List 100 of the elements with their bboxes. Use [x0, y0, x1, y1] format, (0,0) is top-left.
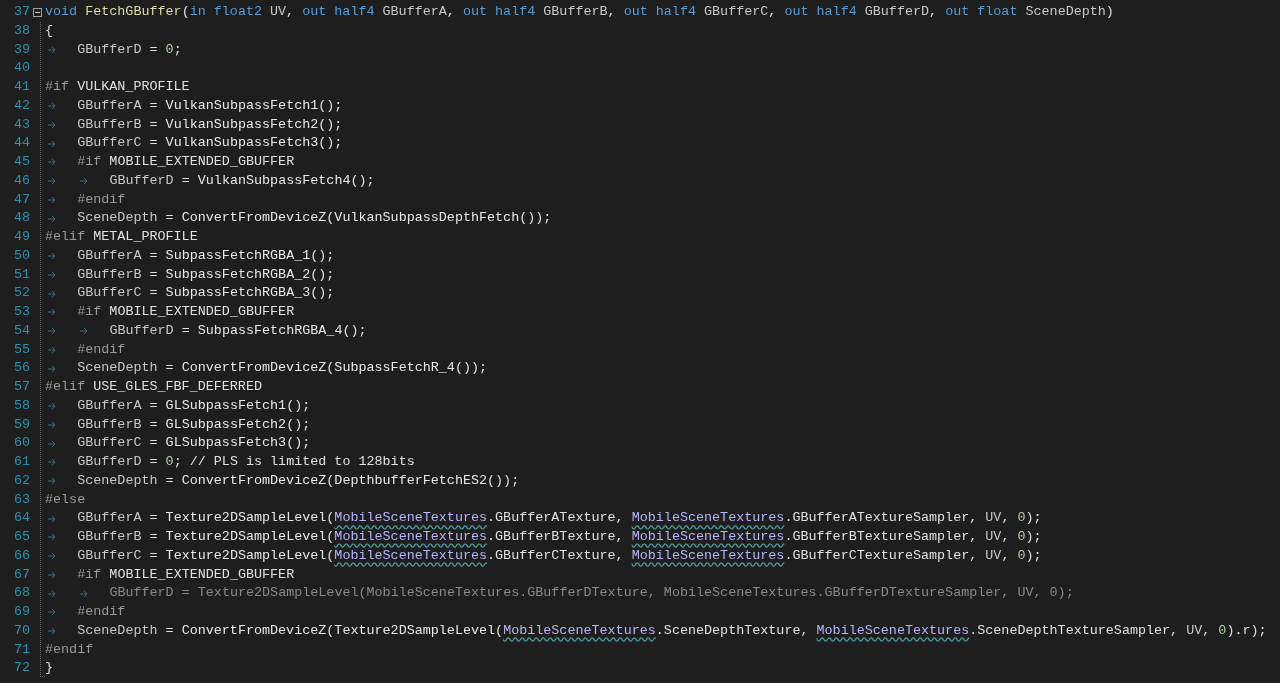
code-line: #endif — [77, 603, 126, 621]
line-number: 61 — [12, 453, 30, 471]
line-number: 53 — [12, 303, 30, 321]
code-line: #else — [45, 490, 86, 509]
tab-arrow-icon — [48, 252, 56, 261]
code-line: #if VULKAN_PROFILE — [45, 78, 190, 96]
line-number: 71 — [12, 640, 30, 659]
line-number: 68 — [12, 584, 30, 603]
code-line: SceneDepth = ConvertFromDeviceZ(Texture2DSampleLevel(MobileSceneTextures.SceneDepthTexture, MobileSceneTextures.SceneDepthTextureSampler, UV, 0).r); — [77, 621, 1267, 640]
code-line: GBufferB = VulkanSubpassFetch2(); — [77, 115, 343, 134]
tab-arrow-icon — [48, 402, 56, 411]
line-number: 70 — [12, 621, 30, 640]
line-number: 42 — [12, 96, 30, 115]
tab-arrow-icon — [48, 570, 56, 579]
tab-arrow-icon — [48, 45, 56, 54]
code-line: GBufferA = VulkanSubpassFetch1(); — [77, 96, 343, 115]
line-number: 58 — [12, 396, 30, 415]
line-number: 49 — [12, 228, 30, 246]
collapse-icon[interactable] — [33, 7, 42, 17]
line-number: 64 — [12, 509, 30, 528]
line-number: 43 — [12, 115, 30, 134]
tab-arrow-icon — [48, 120, 56, 129]
code-line: GBufferC = Texture2DSampleLevel(MobileSceneTextures.GBufferCTexture, MobileSceneTextures.GBufferCTextureSampler, UV, 0); — [77, 546, 1042, 565]
line-number: 51 — [12, 265, 30, 284]
code-line: GBufferD = 0; // PLS is limited to 128bits — [77, 453, 415, 471]
tab-arrow-icon — [80, 589, 89, 598]
code-line: SceneDepth = ConvertFromDeviceZ(DepthbufferFetchES2()); — [77, 471, 520, 490]
code-line: SceneDepth = ConvertFromDeviceZ(SubpassFetchR_4()); — [77, 359, 488, 378]
line-number: 62 — [12, 471, 30, 490]
line-number: 55 — [12, 340, 30, 359]
code-line: void FetchGBuffer(in float2 UV, out half4 GBufferA, out half4 GBufferB, out half4 GBufferC, out half4 GBufferD, out float SceneDepth) — [45, 3, 1114, 21]
line-number: 47 — [12, 190, 30, 209]
line-number: 40 — [12, 59, 30, 78]
line-number: 63 — [12, 490, 30, 509]
tab-arrow-icon — [48, 195, 56, 204]
tab-arrow-icon — [48, 477, 56, 486]
tab-arrow-icon — [48, 270, 56, 279]
tab-arrow-icon — [48, 177, 56, 186]
code-line: #elif METAL_PROFILE — [45, 228, 198, 246]
line-number: 46 — [12, 171, 30, 190]
code-line: GBufferA = SubpassFetchRGBA_1(); — [77, 246, 335, 265]
line-number: 69 — [12, 603, 30, 621]
line-number: 57 — [12, 378, 30, 396]
code-line: GBufferA = Texture2DSampleLevel(MobileSceneTextures.GBufferATexture, MobileSceneTextures.GBufferATextureSampler, UV, 0); — [77, 509, 1042, 528]
line-number: 48 — [12, 209, 30, 228]
code-line: #endif — [45, 640, 94, 659]
code-line: GBufferB = GLSubpassFetch2(); — [77, 415, 311, 434]
tab-arrow-icon — [48, 458, 56, 467]
code-line: #elif USE_GLES_FBF_DEFERRED — [45, 378, 262, 396]
line-number: 38 — [12, 21, 30, 40]
tab-arrow-icon — [48, 420, 56, 429]
tab-arrow-icon — [48, 158, 56, 167]
code-line: GBufferD = 0; — [77, 40, 182, 59]
code-line: GBufferB = SubpassFetchRGBA_2(); — [77, 265, 335, 284]
tab-arrow-icon — [48, 552, 56, 561]
tab-arrow-icon — [48, 139, 56, 148]
line-number: 66 — [12, 546, 30, 565]
tab-arrow-icon — [48, 589, 56, 598]
line-number: 59 — [12, 415, 30, 434]
code-line: GBufferB = Texture2DSampleLevel(MobileSceneTextures.GBufferBTexture, MobileSceneTextures.GBufferBTextureSampler, UV, 0); — [77, 528, 1042, 546]
tab-arrow-icon — [80, 327, 89, 336]
code-line: GBufferD = VulkanSubpassFetch4(); — [109, 171, 375, 190]
code-line: GBufferD = Texture2DSampleLevel(MobileSceneTextures.GBufferDTexture, MobileSceneTextures.GBufferDTextureSampler, UV, 0); — [109, 584, 1074, 603]
code-line: { — [45, 21, 54, 40]
tab-arrow-icon — [48, 514, 56, 523]
line-number: 39 — [12, 40, 30, 59]
tab-arrow-icon — [80, 177, 89, 186]
code-line: #endif — [77, 340, 126, 359]
code-line: GBufferC = GLSubpassFetch3(); — [77, 434, 311, 453]
tab-arrow-icon — [48, 608, 56, 617]
line-number: 60 — [12, 434, 30, 453]
code-line: SceneDepth = ConvertFromDeviceZ(VulkanSubpassDepthFetch()); — [77, 209, 552, 228]
code-line: #if MOBILE_EXTENDED_GBUFFER — [77, 565, 295, 584]
tab-arrow-icon — [48, 308, 56, 317]
tab-arrow-icon — [48, 345, 56, 354]
code-line: GBufferD = SubpassFetchRGBA_4(); — [109, 321, 367, 340]
code-line: GBufferC = SubpassFetchRGBA_3(); — [77, 284, 335, 303]
line-number: 56 — [12, 359, 30, 378]
code-line: #if MOBILE_EXTENDED_GBUFFER — [77, 303, 295, 321]
tab-arrow-icon — [48, 214, 56, 223]
tab-arrow-icon — [48, 102, 56, 111]
tab-arrow-icon — [48, 627, 56, 636]
tab-arrow-icon — [48, 289, 56, 298]
line-number: 41 — [12, 78, 30, 96]
line-number: 45 — [12, 153, 30, 171]
line-number: 72 — [12, 659, 30, 678]
code-line: #if MOBILE_EXTENDED_GBUFFER — [77, 153, 295, 171]
line-number: 44 — [12, 134, 30, 153]
line-number: 52 — [12, 284, 30, 303]
line-number: 37 — [12, 3, 30, 21]
line-number: 67 — [12, 565, 30, 584]
tab-arrow-icon — [48, 364, 56, 373]
line-number: 54 — [12, 321, 30, 340]
tab-arrow-icon — [48, 439, 56, 448]
line-number: 50 — [12, 246, 30, 265]
tab-arrow-icon — [48, 533, 56, 542]
code-line: GBufferC = VulkanSubpassFetch3(); — [77, 134, 343, 153]
code-line: } — [45, 659, 54, 678]
tab-arrow-icon — [48, 327, 56, 336]
line-number: 65 — [12, 528, 30, 546]
